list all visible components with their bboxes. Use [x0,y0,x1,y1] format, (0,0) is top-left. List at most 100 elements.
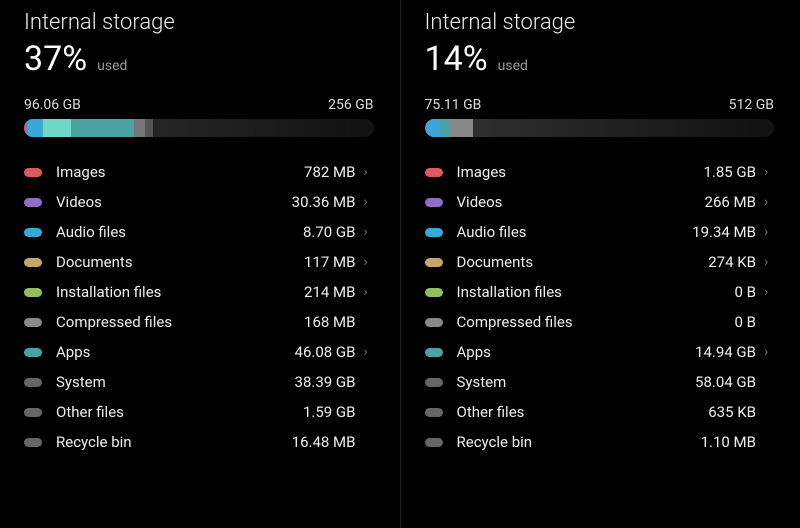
category-row[interactable]: Apps14.94 GB› [425,337,775,367]
category-color-icon [24,228,42,237]
category-size: 19.34 MB [692,223,756,241]
category-color-icon [425,168,443,177]
storage-bar-segment [27,119,43,137]
category-name: Apps [56,343,295,361]
usage-summary: 37% used [24,39,374,79]
category-size: 782 MB [304,163,355,181]
category-name: Audio files [56,223,303,241]
category-row[interactable]: Audio files19.34 MB› [425,217,775,247]
storage-panel-right: Internal storage 14% used 75.11 GB 512 G… [400,0,800,528]
category-color-icon [425,378,443,387]
storage-bar-segment [145,119,154,137]
chevron-right-icon: › [764,345,774,359]
category-row[interactable]: Videos30.36 MB › [24,187,374,217]
category-name: Videos [56,193,292,211]
category-name: Other files [56,403,303,421]
category-color-icon [24,348,42,357]
category-row: Other files1.59 GB› [24,397,374,427]
category-color-icon [24,378,42,387]
category-size: 58.04 GB [695,373,756,391]
capacity-row: 96.06 GB 256 GB [24,97,374,113]
category-size: 214 MB [304,283,355,301]
storage-bar-segment [450,119,473,137]
category-name: Images [56,163,304,181]
category-color-icon [24,438,42,447]
category-row: Other files635 KB› [425,397,775,427]
category-color-icon [425,318,443,327]
category-size: 14.94 GB [695,343,756,361]
category-row: Compressed files168 MB› [24,307,374,337]
chevron-right-icon: › [364,255,374,269]
category-size: 266 MB [705,193,756,211]
category-name: Recycle bin [56,433,292,451]
storage-bar-segment [71,119,134,137]
category-name: System [56,373,295,391]
category-size: 38.39 GB [295,373,356,391]
category-row: System58.04 GB› [425,367,775,397]
chevron-right-icon: › [764,165,774,179]
category-size: 117 MB [304,253,355,271]
chevron-right-icon: › [764,225,774,239]
category-row: Recycle bin1.10 MB› [425,427,775,457]
category-size: 8.70 GB [303,223,356,241]
category-color-icon [24,408,42,417]
category-size: 46.08 GB [295,343,356,361]
category-color-icon [425,288,443,297]
category-row[interactable]: Documents117 MB › [24,247,374,277]
category-name: Images [457,163,704,181]
category-name: Compressed files [56,313,304,331]
category-color-icon [425,258,443,267]
category-row: Recycle bin16.48 MB› [24,427,374,457]
category-size: 1.85 GB [703,163,756,181]
category-name: Compressed files [457,313,735,331]
storage-bar-segment [43,119,71,137]
category-row[interactable]: Images1.85 GB › [425,157,775,187]
category-row[interactable]: Audio files8.70 GB › [24,217,374,247]
used-size: 96.06 GB [24,97,81,113]
storage-bar-segment [440,119,450,137]
usage-label: used [498,58,528,74]
category-size: 1.10 MB [701,433,756,451]
category-size: 0 B [735,313,757,331]
category-row[interactable]: Apps46.08 GB› [24,337,374,367]
category-size: 168 MB [304,313,355,331]
category-color-icon [24,318,42,327]
category-color-icon [24,168,42,177]
used-size: 75.11 GB [425,97,482,113]
chevron-right-icon: › [364,195,374,209]
usage-percent: 14% [425,39,488,79]
chevron-right-icon: › [364,225,374,239]
category-color-icon [425,198,443,207]
total-size: 256 GB [328,97,373,113]
usage-summary: 14% used [425,39,775,79]
usage-percent: 37% [24,39,87,79]
category-size: 635 KB [708,403,756,421]
storage-panel-left: Internal storage 37% used 96.06 GB 256 G… [0,0,400,528]
category-row[interactable]: Installation files214 MB› [24,277,374,307]
storage-bar-segment [134,119,144,137]
category-name: Installation files [457,283,735,301]
category-size: 30.36 MB [292,193,356,211]
category-name: Recycle bin [457,433,701,451]
category-row[interactable]: Installation files0 B › [425,277,775,307]
storage-bar [24,119,374,137]
category-row[interactable]: Videos266 MB› [425,187,775,217]
category-size: 0 B [735,283,757,301]
category-list: Images782 MB›Videos30.36 MB›Audio files8… [24,157,374,457]
category-name: Documents [56,253,304,271]
category-color-icon [425,348,443,357]
total-size: 512 GB [729,97,774,113]
usage-label: used [97,58,127,74]
category-row[interactable]: Documents274 KB› [425,247,775,277]
category-list: Images1.85 GB›Videos266 MB›Audio files19… [425,157,775,457]
page-title: Internal storage [24,10,374,35]
category-row[interactable]: Images782 MB› [24,157,374,187]
category-row: Compressed files0 B› [425,307,775,337]
storage-bar-segment [426,119,440,137]
category-name: Installation files [56,283,304,301]
chevron-right-icon: › [764,285,774,299]
category-color-icon [24,198,42,207]
capacity-row: 75.11 GB 512 GB [425,97,775,113]
chevron-right-icon: › [764,255,774,269]
category-color-icon [425,438,443,447]
